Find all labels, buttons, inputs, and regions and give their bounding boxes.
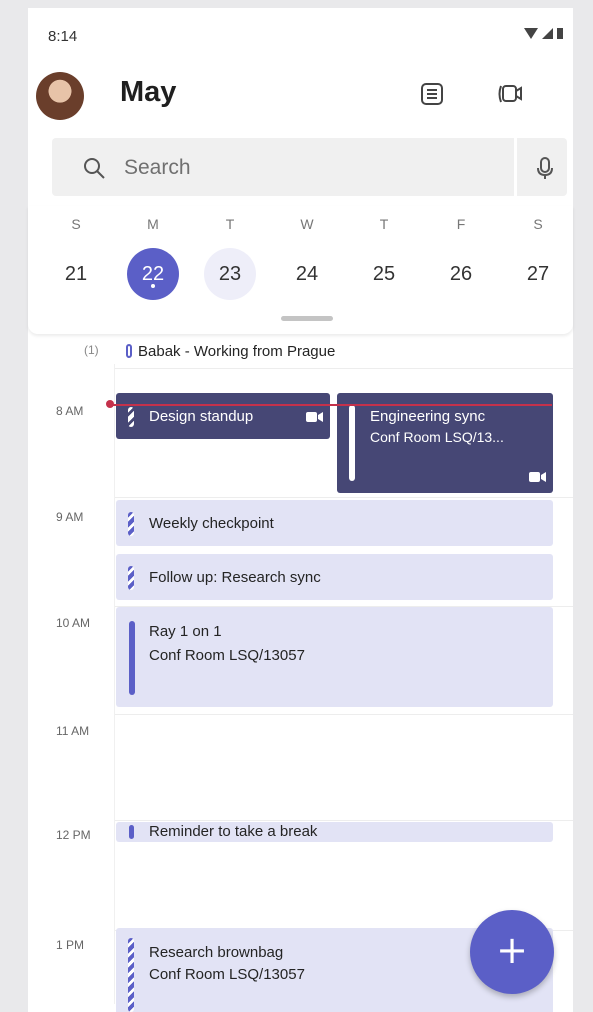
day-number: 21	[64, 263, 88, 285]
all-day-indicator	[126, 344, 132, 358]
day-letter: S	[533, 216, 543, 232]
day-number-selected: 22	[127, 248, 179, 300]
event-title: Engineering sync	[370, 408, 486, 425]
event-location: Conf Room LSQ/13057	[149, 966, 305, 983]
day-number: 27	[526, 263, 550, 285]
event-reminder-break[interactable]: Reminder to take a break	[116, 822, 553, 842]
all-day-row[interactable]: (1) Babak - Working from Prague	[28, 334, 573, 364]
day-letter: T	[225, 216, 235, 232]
current-time-dot	[106, 400, 114, 408]
event-status-bar	[349, 405, 355, 481]
event-status-bar	[128, 512, 134, 536]
add-icon: +	[496, 928, 528, 972]
day-number: 24	[295, 263, 319, 285]
search-divider	[514, 138, 517, 196]
avatar[interactable]	[36, 72, 84, 120]
event-title: Research brownbag	[149, 944, 284, 961]
microphone-icon[interactable]	[530, 153, 560, 183]
wifi-icon	[524, 28, 538, 39]
event-engineering-sync[interactable]: Engineering sync Conf Room LSQ/13...	[337, 393, 553, 493]
page-title[interactable]: May	[120, 76, 176, 109]
status-time: 8:14	[48, 28, 78, 45]
event-title: Design standup	[149, 408, 254, 425]
event-title: Follow up: Research sync	[149, 569, 321, 586]
day-letter: T	[379, 216, 389, 232]
agenda-view-icon[interactable]	[418, 80, 446, 108]
drag-handle[interactable]	[281, 316, 333, 321]
current-time-line	[108, 404, 552, 406]
event-location: Conf Room LSQ/13...	[370, 429, 504, 445]
event-follow-up-research-sync[interactable]: Follow up: Research sync	[116, 554, 553, 600]
event-status-bar	[128, 566, 134, 590]
event-status-bar	[128, 938, 134, 1012]
event-design-standup[interactable]: Design standup	[116, 393, 330, 439]
event-ray-1-on-1[interactable]: Ray 1 on 1 Conf Room LSQ/13057	[116, 607, 553, 707]
video-call-icon	[306, 412, 323, 422]
week-strip: S 21 M 22 T 23 W 24 T 25 F 26 S 27	[28, 206, 573, 334]
search-bar	[52, 138, 567, 196]
day-letter: S	[71, 216, 81, 232]
event-title: Weekly checkpoint	[149, 515, 274, 532]
day-number: 25	[372, 263, 396, 285]
event-dot	[151, 284, 155, 288]
day-letter: M	[147, 216, 159, 232]
signal-icon	[542, 28, 553, 39]
all-day-event: Babak - Working from Prague	[138, 343, 336, 360]
search-input[interactable]	[122, 151, 486, 185]
new-event-button[interactable]: +	[470, 910, 554, 994]
all-day-count: (1)	[84, 343, 99, 357]
event-status-bar	[129, 621, 135, 695]
day-number: 26	[449, 263, 473, 285]
status-icons	[524, 28, 563, 39]
day-letter: W	[300, 216, 314, 232]
event-location: Conf Room LSQ/13057	[149, 647, 305, 664]
day-number-today: 23	[204, 248, 256, 300]
event-title: Ray 1 on 1	[149, 623, 222, 640]
search-icon	[84, 158, 105, 179]
event-title: Reminder to take a break	[149, 823, 318, 840]
day-letter: F	[456, 216, 466, 232]
video-call-icon	[529, 472, 546, 482]
event-status-bar	[128, 407, 134, 427]
event-weekly-checkpoint[interactable]: Weekly checkpoint	[116, 500, 553, 546]
battery-icon	[557, 28, 563, 39]
status-bar: 8:14	[28, 8, 573, 60]
event-status-bar	[129, 825, 134, 839]
meet-now-icon[interactable]	[496, 80, 524, 108]
